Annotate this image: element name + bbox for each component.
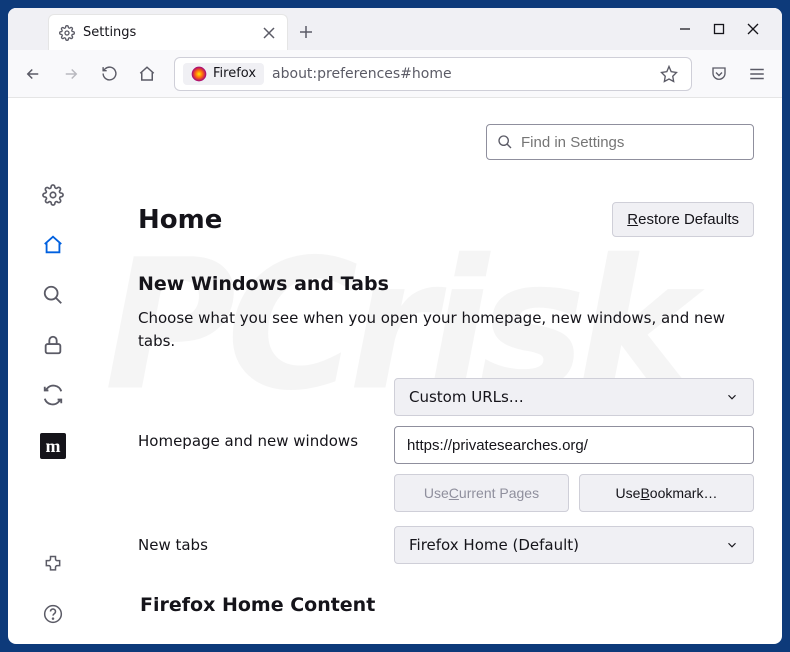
sidebar: m — [8, 98, 98, 644]
homepage-label: Homepage and new windows — [138, 378, 378, 450]
main-content: Home Restore Defaults New Windows and Ta… — [98, 98, 782, 644]
sidebar-general-icon[interactable] — [41, 183, 65, 207]
app-menu-button[interactable] — [740, 57, 774, 91]
home-button[interactable] — [130, 57, 164, 91]
gear-icon — [59, 25, 75, 41]
find-in-settings-box[interactable] — [486, 124, 754, 160]
chevron-down-icon — [725, 390, 739, 404]
bookmark-star-button[interactable] — [655, 60, 683, 88]
url-bar[interactable]: Firefox about:preferences#home — [174, 57, 692, 91]
close-tab-icon[interactable] — [261, 25, 277, 41]
sidebar-privacy-icon[interactable] — [41, 333, 65, 357]
use-bookmark-button[interactable]: Use Bookmark… — [579, 474, 754, 512]
page-title: Home — [138, 205, 222, 235]
sidebar-help-icon[interactable] — [41, 602, 65, 626]
sidebar-sync-icon[interactable] — [41, 383, 65, 407]
newtabs-label: New tabs — [138, 536, 378, 554]
sidebar-home-icon[interactable] — [41, 233, 65, 257]
url-text: about:preferences#home — [272, 66, 647, 82]
identity-box[interactable]: Firefox — [183, 63, 264, 85]
homepage-url-input[interactable] — [394, 426, 754, 464]
newtabs-select[interactable]: Firefox Home (Default) — [394, 526, 754, 564]
forward-button[interactable] — [54, 57, 88, 91]
window-minimize-button[interactable] — [678, 22, 692, 36]
nav-bar: Firefox about:preferences#home — [8, 50, 782, 98]
homepage-select[interactable]: Custom URLs… — [394, 378, 754, 416]
reload-button[interactable] — [92, 57, 126, 91]
sidebar-extensions-icon[interactable] — [41, 552, 65, 576]
tab-bar: Settings — [8, 8, 782, 50]
homepage-select-value: Custom URLs… — [409, 388, 524, 406]
search-icon — [497, 134, 513, 150]
newtabs-select-value: Firefox Home (Default) — [409, 536, 579, 554]
restore-defaults-button[interactable]: Restore Defaults — [612, 202, 754, 237]
sidebar-search-icon[interactable] — [41, 283, 65, 307]
firefox-logo-icon — [191, 66, 207, 82]
firefox-home-content-heading: Firefox Home Content — [140, 594, 754, 616]
window-maximize-button[interactable] — [712, 22, 726, 36]
section-description: Choose what you see when you open your h… — [138, 307, 754, 352]
window-close-button[interactable] — [746, 22, 760, 36]
back-button[interactable] — [16, 57, 50, 91]
browser-tab[interactable]: Settings — [48, 14, 288, 50]
new-tab-button[interactable] — [288, 14, 324, 50]
sidebar-more-from-mozilla-icon[interactable]: m — [40, 433, 66, 459]
section-heading: New Windows and Tabs — [138, 273, 754, 295]
use-current-pages-button[interactable]: Use Current Pages — [394, 474, 569, 512]
chevron-down-icon — [725, 538, 739, 552]
tab-title: Settings — [83, 25, 253, 40]
save-to-pocket-button[interactable] — [702, 57, 736, 91]
find-in-settings-input[interactable] — [521, 134, 743, 151]
brand-label: Firefox — [213, 66, 256, 81]
